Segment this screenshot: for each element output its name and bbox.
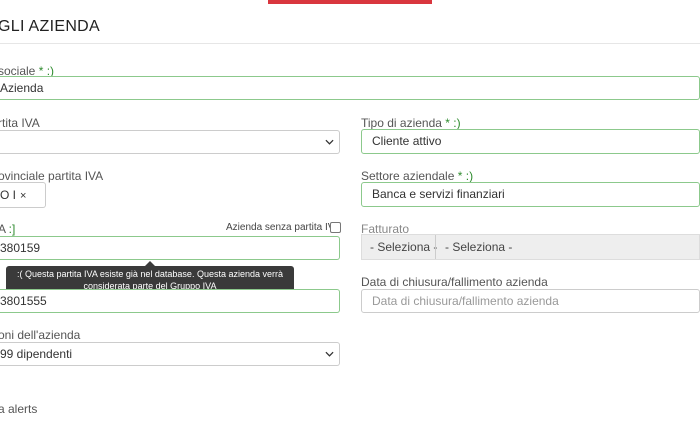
fatturato-select-2[interactable]: - Seleziona - [445, 235, 512, 259]
ragione-sociale-input[interactable]: Azienda [0, 76, 700, 100]
fatturato-select-group: - Seleziona - - Seleziona - [361, 234, 700, 260]
dimensioni-select[interactable]: 99 dipendenti [0, 342, 340, 366]
provinciale-iva-multiselect[interactable]: O I × [0, 182, 46, 208]
dimensioni-label: oni dell'azienda [0, 328, 81, 342]
fatturato-separator [435, 235, 436, 259]
senza-iva-checkbox[interactable] [330, 222, 341, 233]
codice-input[interactable]: 3801555 [0, 289, 340, 313]
provinciale-iva-label: ovinciale partita IVA [0, 169, 104, 183]
selected-tag: O I × [0, 188, 27, 202]
settore-input[interactable]: Banca e servizi finanziari [361, 182, 700, 207]
active-tab-indicator [268, 0, 432, 4]
tooltip-line-1: :( Questa partita IVA esiste già nel dat… [17, 269, 283, 279]
settore-label: Settore aziendale * :) [361, 169, 474, 183]
fatturato-select-1[interactable]: - Seleziona - [370, 235, 437, 259]
chevron-down-icon [325, 351, 334, 357]
iva-input[interactable]: 380159 [0, 236, 340, 260]
alerts-label: a alerts [0, 402, 38, 416]
tipo-azienda-input[interactable]: Cliente attivo [361, 129, 700, 154]
data-chiusura-input[interactable]: Data di chiusura/fallimento azienda [361, 289, 700, 313]
partita-iva-select[interactable] [0, 130, 340, 154]
tipo-azienda-label: Tipo di azienda * :) [361, 116, 461, 130]
page-title: GLI AZIENDA [0, 18, 100, 35]
senza-iva-label: Azienda senza partita IVA [226, 222, 341, 233]
partita-iva-label: rtita IVA [0, 116, 40, 130]
remove-tag-icon[interactable]: × [20, 190, 26, 202]
data-chiusura-label: Data di chiusura/fallimento azienda [361, 275, 548, 289]
chevron-down-icon [325, 139, 334, 145]
iva-label: A :] [0, 222, 16, 236]
title-divider [0, 43, 700, 44]
